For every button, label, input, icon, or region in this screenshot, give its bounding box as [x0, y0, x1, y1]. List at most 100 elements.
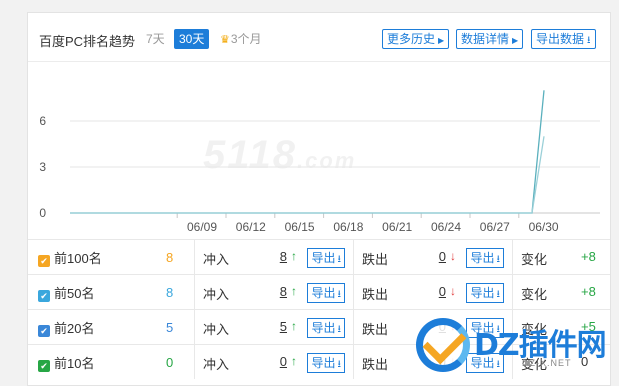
caret-right-icon: ▶ — [438, 36, 445, 45]
change-cell: 变化 +8 — [512, 274, 610, 310]
rank-name: 前10名 — [54, 355, 95, 371]
export-drop-button[interactable]: 导出 ⭳ — [466, 248, 504, 268]
data-details-label: 数据详情 — [461, 32, 510, 46]
x-tick-label: 06/18 — [333, 220, 363, 234]
rank-name: 前100名 — [54, 250, 102, 266]
rank-name-cell: ✔ 前20名 5 — [28, 309, 195, 345]
drop-label: 跌出 — [362, 287, 389, 302]
change-cell: 变化 +8 — [512, 239, 610, 275]
export-rush-button[interactable]: 导出 ⭳ — [307, 283, 345, 303]
arrow-up-icon: ↑ — [291, 249, 297, 263]
drop-cell: 跌出 0 ↓ 导出⭳ — [353, 274, 513, 310]
vip-crown-icon: ♛ — [220, 34, 230, 46]
y-tick-label: 3 — [39, 160, 46, 174]
rush-label: 冲入 — [203, 252, 230, 267]
download-icon: ⭳ — [337, 359, 342, 370]
card-title: 百度PC排名趋势 — [39, 34, 136, 49]
checkbox[interactable]: ✔ — [38, 254, 50, 267]
rush-count-link[interactable]: 0 — [280, 354, 287, 369]
rank-name-cell: ✔ 前10名 0 — [28, 344, 195, 379]
range-7d-tab[interactable]: 7天 — [146, 29, 165, 49]
drop-cell: 跌出 0 ↓ 导出⭳ — [353, 239, 513, 275]
export-label: 导出 — [311, 251, 336, 265]
change-value: +8 — [581, 284, 596, 299]
drop-label: 跌出 — [362, 322, 389, 337]
x-tick-label: 06/30 — [529, 220, 559, 234]
checkbox[interactable]: ✔ — [38, 324, 50, 337]
arrow-down-icon: ↓ — [450, 249, 456, 263]
arrow-up-icon: ↑ — [291, 354, 297, 368]
rush-label: 冲入 — [203, 357, 230, 372]
x-tick-label: 06/12 — [236, 220, 266, 234]
export-label: 导出 — [311, 356, 336, 370]
series-line — [70, 90, 545, 214]
y-tick-label: 6 — [39, 114, 46, 128]
export-label: 导出 — [470, 286, 495, 300]
download-icon: ⭳ — [337, 289, 342, 300]
x-tick-label: 06/09 — [187, 220, 217, 234]
rank-name: 前50名 — [54, 285, 95, 301]
download-icon: ⭳ — [496, 254, 501, 265]
rush-count-link[interactable]: 5 — [280, 319, 287, 334]
rank-name-cell: ✔ 前50名 8 — [28, 274, 195, 310]
rank-count: 0 — [166, 355, 174, 370]
more-history-label: 更多历史 — [387, 32, 436, 46]
export-rush-button[interactable]: 导出 ⭳ — [307, 318, 345, 338]
change-label: 变化 — [521, 287, 548, 302]
download-icon: ⭳ — [337, 324, 342, 335]
drop-count-link[interactable]: 0 — [439, 284, 446, 299]
export-label: 导出 — [470, 251, 495, 265]
rush-cell: 冲入 8 ↑ 导出 ⭳ — [194, 274, 354, 310]
export-rush-button[interactable]: 导出 ⭳ — [307, 353, 345, 373]
rank-count: 8 — [166, 285, 174, 300]
ranking-row: ✔ 前50名 8 冲入 8 ↑ 导出 ⭳ 跌出 0 ↓ 导出 ⭳ 变化 +8 — [28, 274, 610, 310]
arrow-up-icon: ↑ — [291, 319, 297, 333]
x-tick-label: 06/27 — [480, 220, 510, 234]
arrow-down-icon: ↓ — [450, 284, 456, 298]
rush-label: 冲入 — [203, 287, 230, 302]
range-3m-tab[interactable]: ♛3个月 — [220, 29, 262, 49]
drop-label: 跌出 — [362, 252, 389, 267]
export-drop-button[interactable]: 导出 ⭳ — [466, 283, 504, 303]
drop-count-link[interactable]: 0 — [439, 249, 446, 264]
rush-cell: 冲入 5 ↑ 导出 ⭳ — [194, 309, 354, 345]
rush-label: 冲入 — [203, 322, 230, 337]
ranking-row: ✔ 前100名 8 冲入 8 ↑ 导出 ⭳ 跌出 0 ↓ 导出 ⭳ 变化 +8 — [28, 239, 610, 275]
export-label: 导出 — [311, 286, 336, 300]
export-data-button[interactable]: 导出数据 ⭳ — [531, 29, 596, 49]
arrow-up-icon: ↑ — [291, 284, 297, 298]
download-icon: ⭳ — [496, 289, 501, 300]
download-icon: ⭳ — [337, 254, 342, 265]
checkbox[interactable]: ✔ — [38, 289, 50, 302]
drop-label: 跌出 — [362, 357, 389, 372]
rank-name: 前20名 — [54, 320, 95, 336]
rank-count: 8 — [166, 250, 174, 265]
download-icon: ⭳ — [587, 35, 591, 46]
data-details-button[interactable]: 数据详情 ▶ — [456, 29, 524, 49]
rush-count-link[interactable]: 8 — [280, 249, 287, 264]
logo-subtext: DZ-X.NET — [522, 358, 572, 368]
rush-cell: 冲入 0 ↑ 导出 ⭳ — [194, 344, 354, 379]
x-tick-label: 06/21 — [382, 220, 412, 234]
change-value: +8 — [581, 249, 596, 264]
range-30d-tab[interactable]: 30天 — [174, 29, 210, 49]
x-tick-label: 06/15 — [285, 220, 315, 234]
card-header: 百度PC排名趋势 7天 30天 ♛3个月 更多历史 ▶ 数据详情 ▶ 导出数据 ⭳ — [28, 13, 610, 62]
rush-count-link[interactable]: 8 — [280, 284, 287, 299]
rank-name-cell: ✔ 前100名 8 — [28, 239, 195, 275]
export-label: 导出 — [311, 321, 336, 335]
ranking-line-chart: 0 3 6 06/09 06/12 06/15 06/18 06/21 06/24 06/27 06… — [39, 90, 600, 234]
x-tick-label: 06/24 — [431, 220, 461, 234]
site-logo: DZ插件网 DZ-X.NET — [416, 318, 610, 378]
series-line — [70, 136, 545, 214]
caret-right-icon: ▶ — [512, 36, 519, 45]
more-history-button[interactable]: 更多历史 ▶ — [382, 29, 450, 49]
rush-cell: 冲入 8 ↑ 导出 ⭳ — [194, 239, 354, 275]
change-label: 变化 — [521, 252, 548, 267]
range-3m-label: 3个月 — [230, 32, 262, 46]
y-tick-label: 0 — [39, 206, 46, 220]
export-rush-button[interactable]: 导出 ⭳ — [307, 248, 345, 268]
export-data-label: 导出数据 — [536, 32, 585, 46]
rank-count: 5 — [166, 320, 174, 335]
checkbox[interactable]: ✔ — [38, 359, 50, 372]
